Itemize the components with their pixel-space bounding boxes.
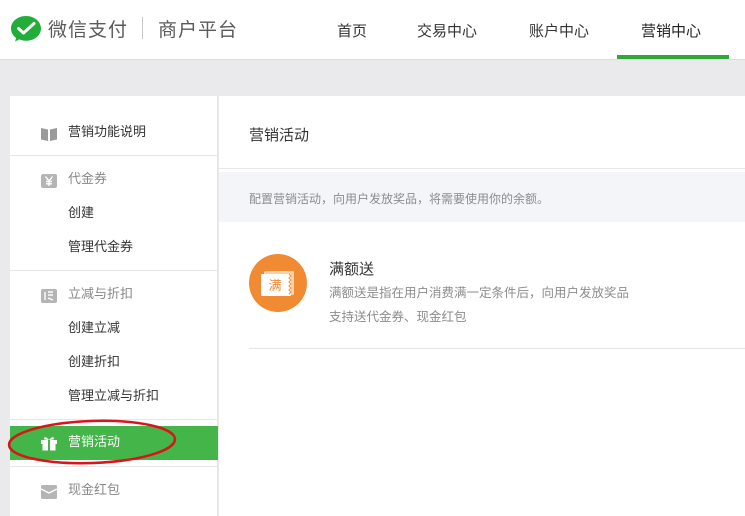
sidebar-item-create-reduction[interactable]: 创建立减 xyxy=(68,319,120,339)
coupon-ticket-icon[interactable]: 满 xyxy=(249,254,307,312)
page-title: 营销活动 xyxy=(249,126,310,144)
nav-active-indicator xyxy=(617,55,729,59)
main-content: 营销活动 配置营销活动，向用户发放奖品，将需要使用你的余额。 满 满额送 满额送… xyxy=(219,96,745,516)
sidebar-item-redpack[interactable]: 现金红包 xyxy=(68,481,120,501)
activity-title[interactable]: 满额送 xyxy=(329,258,374,279)
sidebar-divider xyxy=(10,466,218,467)
book-icon xyxy=(41,128,57,141)
brand-title: 微信支付 xyxy=(48,19,129,41)
sidebar-item-intro[interactable]: 营销功能说明 xyxy=(68,123,146,143)
sidebar-divider xyxy=(10,270,218,271)
brand-separator xyxy=(142,17,143,39)
sidebar-group-discount: 立减与折扣 xyxy=(68,287,134,302)
top-header: 微信支付 商户平台 首页 交易中心 账户中心 营销中心 xyxy=(0,0,745,60)
title-divider xyxy=(219,168,745,169)
redpack-icon xyxy=(40,485,58,499)
yen-icon xyxy=(41,174,57,188)
notice-bar: 配置营销活动，向用户发放奖品，将需要使用你的余额。 xyxy=(219,172,745,222)
nav-trade-center[interactable]: 交易中心 xyxy=(417,20,477,41)
card-divider xyxy=(249,348,745,349)
sidebar-item-manage-discount[interactable]: 管理立减与折扣 xyxy=(68,387,159,407)
wechat-pay-logo-icon xyxy=(11,16,41,42)
sidebar-item-manage-coupon[interactable]: 管理代金券 xyxy=(68,238,133,258)
nav-account-center[interactable]: 账户中心 xyxy=(529,20,589,41)
activity-description-secondary: 支持送代金券、现金红包 xyxy=(329,309,467,324)
activity-description: 满额送是指在用户消费满一定条件后，向用户发放奖品 xyxy=(329,285,630,300)
card-icon-text: 满 xyxy=(268,279,281,294)
nav-marketing-center[interactable]: 营销中心 xyxy=(641,20,701,41)
sidebar-item-create-coupon[interactable]: 创建 xyxy=(68,204,94,224)
notice-text: 配置营销活动，向用户发放奖品，将需要使用你的余额。 xyxy=(249,192,550,206)
sidebar-item-create-discount[interactable]: 创建折扣 xyxy=(68,353,120,373)
sidebar-divider xyxy=(10,155,218,156)
sidebar-group-coupon: 代金券 xyxy=(68,172,108,187)
discount-icon xyxy=(41,289,57,303)
brand-subtitle: 商户平台 xyxy=(158,19,239,41)
annotation-ellipse xyxy=(7,419,177,465)
nav-home[interactable]: 首页 xyxy=(337,20,367,41)
